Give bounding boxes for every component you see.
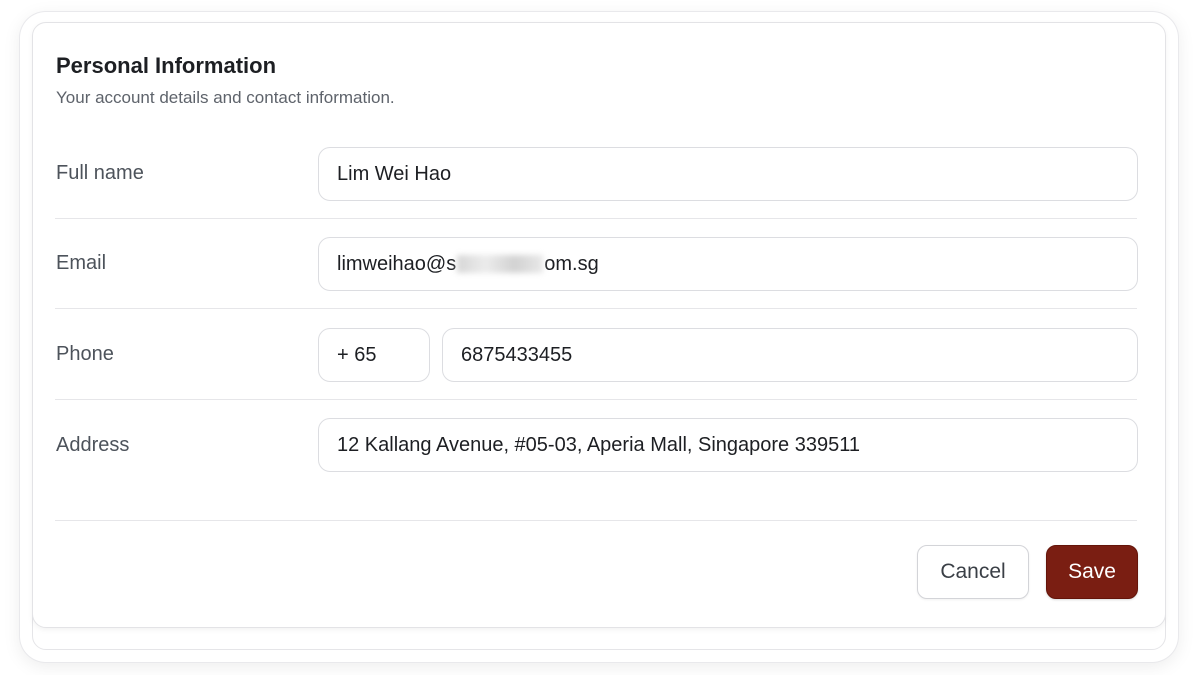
address-label: Address [56, 433, 130, 456]
full-name-row: Full name Lim Wei Hao [55, 129, 1138, 219]
save-button[interactable]: Save [1046, 545, 1138, 599]
email-value-prefix: limweihao@s [337, 252, 457, 275]
personal-information-card: Personal Information Your account detail… [32, 22, 1166, 628]
phone-row: Phone + 65 6875433455 [55, 310, 1138, 400]
email-label: Email [56, 252, 107, 274]
phone-label: Phone [56, 343, 114, 365]
email-row: Email limweihao@s om.sg [55, 219, 1138, 309]
phone-number-input[interactable]: 6875433455 [442, 328, 1138, 382]
email-value-suffix: om.sg [544, 252, 599, 275]
phone-number-value: 6875433455 [461, 343, 573, 366]
footer-divider [55, 520, 1137, 521]
email-input[interactable]: limweihao@s om.sg [318, 237, 1138, 291]
email-redaction [457, 255, 544, 273]
section-title: Personal Information [56, 53, 277, 78]
full-name-label: Full name [56, 162, 144, 184]
cancel-button[interactable]: Cancel [917, 545, 1029, 599]
address-value: 12 Kallang Avenue, #05-03, Aperia Mall, … [337, 433, 860, 456]
address-input[interactable]: 12 Kallang Avenue, #05-03, Aperia Mall, … [318, 418, 1138, 472]
country-code-value: + 65 [337, 343, 377, 366]
full-name-input[interactable]: Lim Wei Hao [318, 147, 1138, 201]
section-subtitle: Your account details and contact informa… [56, 88, 395, 107]
country-code-input[interactable]: + 65 [318, 328, 430, 382]
full-name-value: Lim Wei Hao [337, 162, 452, 185]
address-row: Address 12 Kallang Avenue, #05-03, Aperi… [55, 400, 1138, 490]
